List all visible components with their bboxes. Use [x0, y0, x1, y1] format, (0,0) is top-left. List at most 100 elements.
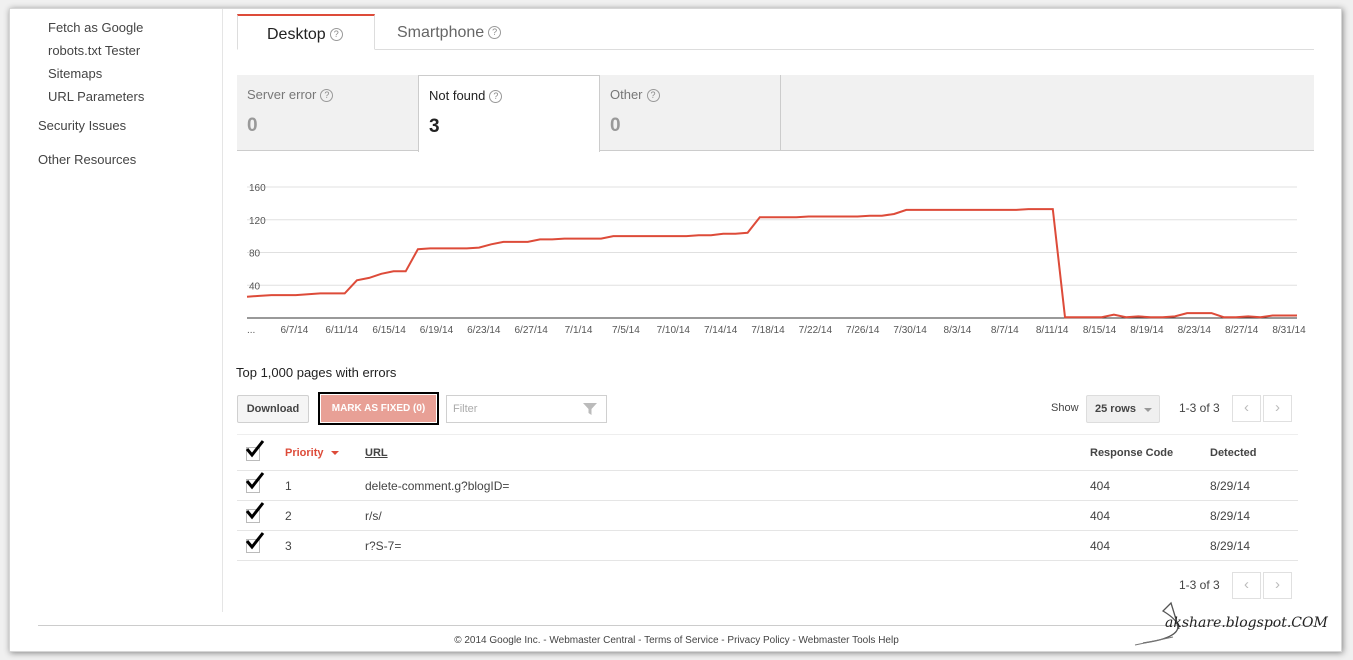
device-tabs: Desktop? Smartphone? — [237, 14, 1314, 50]
app-frame: Fetch as Google robots.txt Tester Sitema… — [9, 8, 1342, 652]
row-response-code: 404 — [1090, 479, 1111, 493]
sidebar-item-security-issues[interactable]: Security Issues — [38, 118, 126, 133]
tab-desktop-label: Desktop — [267, 26, 326, 43]
sort-desc-icon — [330, 451, 339, 456]
card-not-found[interactable]: Not found? 3 — [418, 75, 600, 152]
y-tick-label: 120 — [249, 216, 266, 227]
chevron-down-icon — [1144, 408, 1152, 412]
error-category-cards: Server error? 0 Not found? 3 Other? 0 — [237, 75, 1314, 152]
x-tick-label: 8/31/14 — [1272, 325, 1306, 336]
row-detected: 8/29/14 — [1210, 539, 1251, 553]
x-tick-label: 6/19/14 — [420, 325, 454, 336]
priority-header-label: Priority — [285, 447, 324, 459]
prev-page-button[interactable]: ‹ — [1232, 395, 1261, 422]
tab-smartphone-label: Smartphone — [397, 24, 485, 41]
x-tick-label: 6/27/14 — [514, 325, 548, 336]
filter-input[interactable]: Filter — [446, 395, 607, 423]
row-detected: 8/29/14 — [1210, 479, 1251, 493]
sidebar-item-robots-tester[interactable]: robots.txt Tester — [48, 43, 140, 58]
sidebar-item-fetch-as-google[interactable]: Fetch as Google — [48, 20, 143, 35]
x-tick-label: 7/10/14 — [657, 325, 691, 336]
card-count: 0 — [610, 115, 621, 137]
pager-text-bottom: 1-3 of 3 — [1179, 578, 1220, 592]
sidebar-item-sitemaps[interactable]: Sitemaps — [48, 66, 102, 81]
table-row[interactable]: 3 r?S-7= 404 8/29/14 — [237, 531, 1298, 561]
checkmark-icon — [245, 532, 265, 550]
filter-icon[interactable] — [583, 403, 597, 415]
rows-per-page-select[interactable]: 25 rows — [1086, 395, 1160, 423]
y-tick-label: 80 — [249, 249, 261, 260]
card-count: 3 — [429, 116, 440, 138]
row-checkbox[interactable] — [245, 532, 265, 553]
tab-smartphone[interactable]: Smartphone? — [397, 14, 502, 50]
pager-text-top: 1-3 of 3 — [1179, 401, 1220, 415]
x-tick-label: 8/19/14 — [1130, 325, 1164, 336]
next-page-button[interactable]: › — [1263, 395, 1292, 422]
x-tick-label: 6/23/14 — [467, 325, 501, 336]
help-icon[interactable]: ? — [646, 89, 660, 103]
card-count: 0 — [247, 115, 258, 137]
x-tick-label: 7/18/14 — [751, 325, 785, 336]
row-checkbox[interactable] — [245, 472, 265, 493]
x-tick-label: 8/7/14 — [991, 325, 1019, 336]
filter-placeholder: Filter — [453, 403, 478, 415]
x-tick-label: 8/15/14 — [1083, 325, 1117, 336]
row-priority: 1 — [285, 479, 292, 493]
y-tick-label: 160 — [249, 183, 266, 194]
priority-header[interactable]: Priority — [285, 447, 339, 459]
row-detected: 8/29/14 — [1210, 509, 1251, 523]
table-header: Priority URL Response Code Detected — [237, 434, 1298, 471]
x-tick-label: 6/15/14 — [372, 325, 406, 336]
checkmark-icon — [245, 472, 265, 490]
x-tick-label: 8/23/14 — [1178, 325, 1212, 336]
mark-as-fixed-button[interactable]: MARK AS FIXED (0) — [318, 392, 439, 425]
detected-header[interactable]: Detected — [1210, 447, 1256, 459]
series-line — [246, 208, 1297, 319]
x-tick-label: 6/11/14 — [325, 325, 358, 336]
row-response-code: 404 — [1090, 509, 1111, 523]
table-title: Top 1,000 pages with errors — [236, 365, 397, 380]
download-button[interactable]: Download — [237, 395, 309, 423]
card-label: Other — [610, 87, 643, 102]
help-icon[interactable]: ? — [489, 90, 503, 104]
sidebar-item-url-parameters[interactable]: URL Parameters — [48, 89, 144, 104]
table-row[interactable]: 2 r/s/ 404 8/29/14 — [237, 501, 1298, 531]
row-checkbox[interactable] — [245, 502, 265, 523]
watermark-text: akshare.blogspot.COM — [1165, 615, 1328, 631]
card-server-error[interactable]: Server error? 0 — [237, 75, 418, 151]
next-page-button[interactable]: › — [1263, 572, 1292, 599]
tab-desktop[interactable]: Desktop? — [237, 14, 375, 50]
card-label: Server error — [247, 87, 317, 102]
row-url[interactable]: r/s/ — [365, 509, 382, 523]
table-row[interactable]: 1 delete-comment.g?blogID= 404 8/29/14 — [237, 471, 1298, 501]
sidebar-nav: Fetch as Google robots.txt Tester Sitema… — [10, 9, 223, 612]
x-tick-label: 7/22/14 — [799, 325, 833, 336]
card-other[interactable]: Other? 0 — [600, 75, 781, 151]
x-tick-label: 7/30/14 — [893, 325, 927, 336]
x-tick-label: 8/3/14 — [944, 325, 972, 336]
row-url[interactable]: r?S-7= — [365, 539, 401, 553]
x-tick-label: ... — [247, 325, 255, 336]
mark-as-fixed-label: MARK AS FIXED (0) — [321, 395, 436, 422]
prev-page-button[interactable]: ‹ — [1232, 572, 1261, 599]
sidebar-item-other-resources[interactable]: Other Resources — [38, 152, 136, 167]
checkmark-icon — [245, 502, 265, 520]
x-tick-label: 8/11/14 — [1036, 325, 1069, 336]
help-icon[interactable]: ? — [320, 89, 334, 103]
row-url[interactable]: delete-comment.g?blogID= — [365, 479, 509, 493]
rows-select-value: 25 rows — [1095, 403, 1136, 415]
show-label: Show — [1051, 402, 1079, 414]
y-tick-label: 40 — [249, 281, 261, 292]
url-header[interactable]: URL — [365, 447, 388, 459]
help-icon[interactable]: ? — [329, 28, 343, 42]
row-priority: 3 — [285, 539, 292, 553]
row-priority: 2 — [285, 509, 292, 523]
card-label: Not found — [429, 88, 486, 103]
x-tick-label: 7/14/14 — [704, 325, 738, 336]
x-tick-label: 7/1/14 — [565, 325, 593, 336]
select-all-checkbox[interactable] — [245, 440, 265, 461]
x-tick-label: 7/5/14 — [612, 325, 640, 336]
response-code-header[interactable]: Response Code — [1090, 447, 1173, 459]
help-icon[interactable]: ? — [488, 26, 502, 40]
x-tick-label: 6/7/14 — [280, 325, 308, 336]
